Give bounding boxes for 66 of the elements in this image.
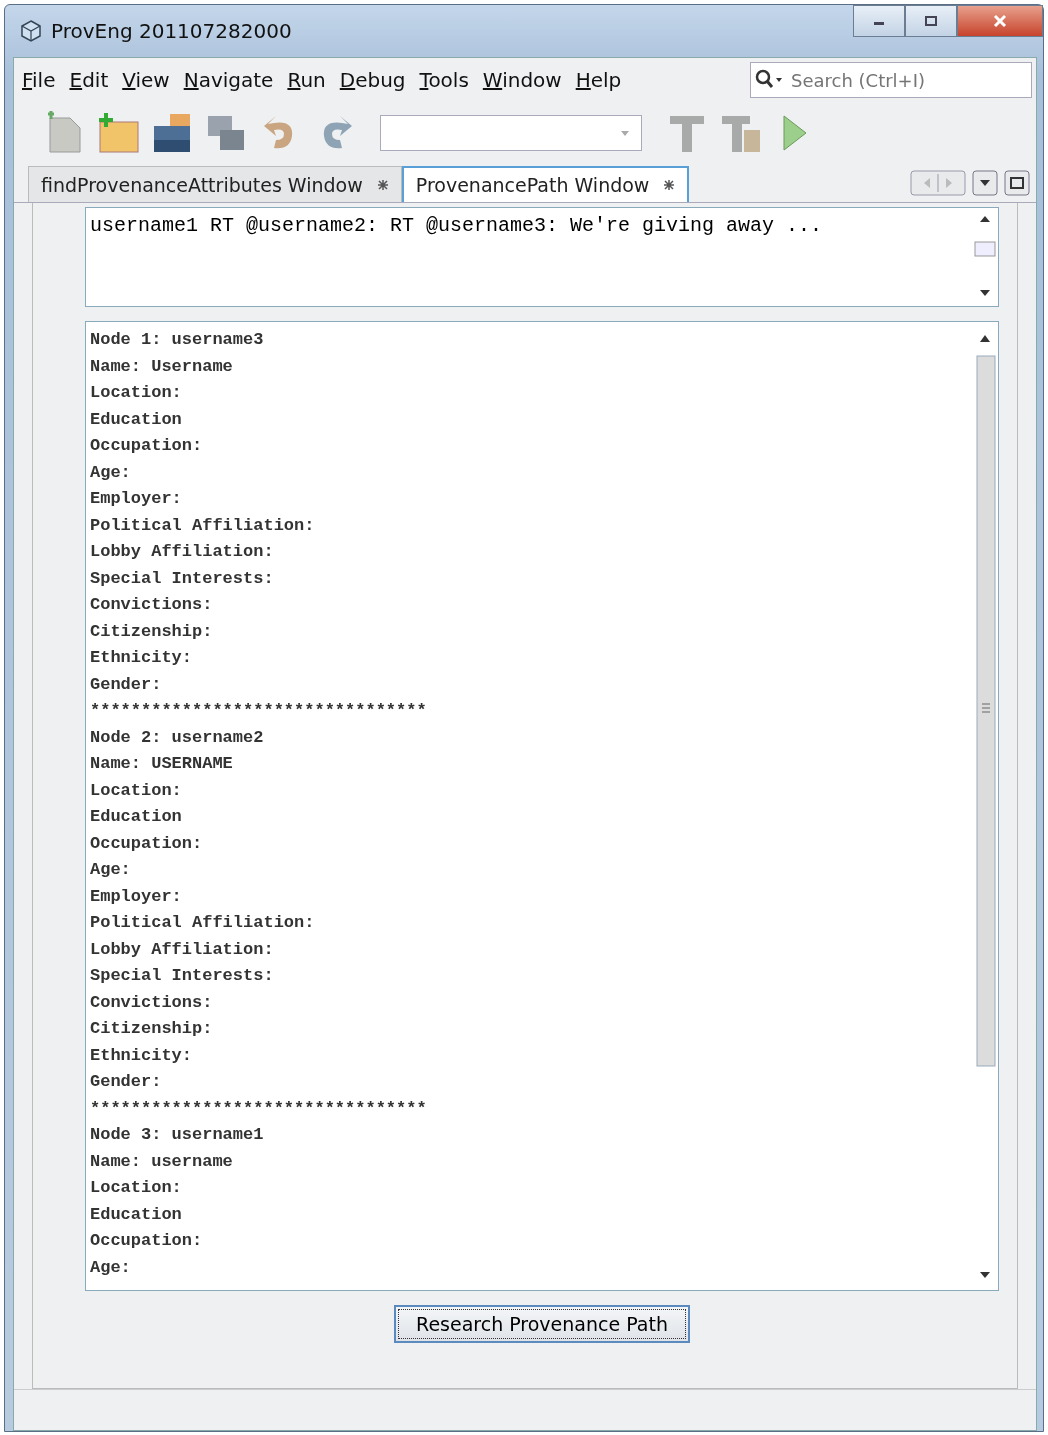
output-line: Age: [90, 859, 132, 881]
output-line: Education [90, 1203, 183, 1226]
menu-item[interactable]: View [122, 68, 170, 92]
maximize-icon [923, 15, 939, 27]
output-line: Citizenship: [90, 620, 214, 643]
output-line: Occupation: [90, 832, 204, 855]
output-line: Citizenship: [90, 1018, 214, 1040]
output-line: Employer: [90, 488, 183, 510]
output-line: Ethnicity: [90, 647, 194, 669]
output-line: Gender: [90, 1071, 163, 1093]
output-line: Node 2: username2 [90, 726, 265, 749]
output-line: Convictions: [90, 991, 214, 1014]
configuration-dropdown[interactable] [380, 115, 642, 151]
search-field[interactable]: Search (Ctrl+I) [750, 62, 1032, 98]
output-line: Lobby Affiliation: [90, 938, 275, 961]
editor-tab[interactable]: findProvenanceAttributes Window [28, 166, 402, 202]
tweet-text: username1 RT @username2: RT @username3: We're giving away ... [89, 213, 824, 239]
output-line: Node 1: username3 [90, 329, 265, 351]
menu-item[interactable]: Debug [339, 68, 406, 92]
output-line: Name: username [90, 1150, 234, 1173]
dropdown-icon[interactable] [972, 170, 998, 196]
output-line: Special Interests: [90, 567, 275, 590]
output-line: Location: [90, 382, 183, 404]
close-icon [991, 14, 1009, 28]
editor-tab[interactable]: ProvenancePath Window [401, 166, 690, 202]
output-line: ********************************* [90, 1097, 428, 1120]
output-text-area[interactable] [85, 321, 999, 1291]
tweet-text-area[interactable]: username1 RT @username2: RT @username3: We're giving away ... [85, 207, 999, 307]
research-provenance-path-button[interactable]: Research Provenance Path [394, 1305, 690, 1343]
output-line: Education [90, 408, 183, 431]
new-folder-icon[interactable] [96, 110, 142, 156]
close-icon[interactable] [376, 178, 389, 191]
output-line: Employer: [90, 885, 183, 908]
menu-item[interactable]: Help [575, 68, 622, 92]
output-line: Education [90, 806, 183, 828]
output-line: Political Affiliation: [90, 514, 316, 537]
output-line: Special Interests: [90, 965, 275, 987]
maximize-button[interactable] [905, 5, 957, 37]
minimize-button[interactable] [853, 5, 905, 37]
menu-item[interactable]: Tools [419, 68, 469, 92]
window-title: ProvEng 201107282000 [51, 19, 292, 43]
output-line: Location: [90, 1177, 183, 1199]
output-line: Lobby Affiliation: [90, 541, 275, 563]
output-line: Location: [90, 779, 183, 802]
output-line: Occupation: [90, 435, 204, 457]
output-line: ********************************* [90, 700, 428, 722]
caret-icon [619, 129, 631, 137]
output-line: Occupation: [90, 1230, 204, 1252]
output-line: Convictions: [90, 594, 214, 616]
output-line: Name: Username [90, 355, 234, 378]
output-line: Node 3: username1 [90, 1124, 265, 1146]
menu-item[interactable]: Edit [69, 68, 109, 92]
close-icon[interactable] [663, 179, 676, 191]
output-line: Age: [90, 461, 132, 484]
output-line: Name: USERNAME [90, 753, 234, 775]
output-line: Gender: [90, 673, 163, 696]
cube-icon [19, 19, 43, 43]
output-line: Age: [90, 1256, 132, 1279]
output-line: Political Affiliation: [90, 912, 316, 934]
menu-item[interactable]: Window [482, 68, 562, 92]
tab-scroll-icon[interactable] [910, 170, 966, 196]
output-line: Ethnicity: [90, 1044, 194, 1067]
maximize-icon[interactable] [1004, 170, 1030, 196]
menu-item[interactable]: File [22, 68, 56, 92]
menu-item[interactable]: Run [287, 68, 326, 92]
menu-item[interactable]: Navigate [183, 68, 274, 92]
